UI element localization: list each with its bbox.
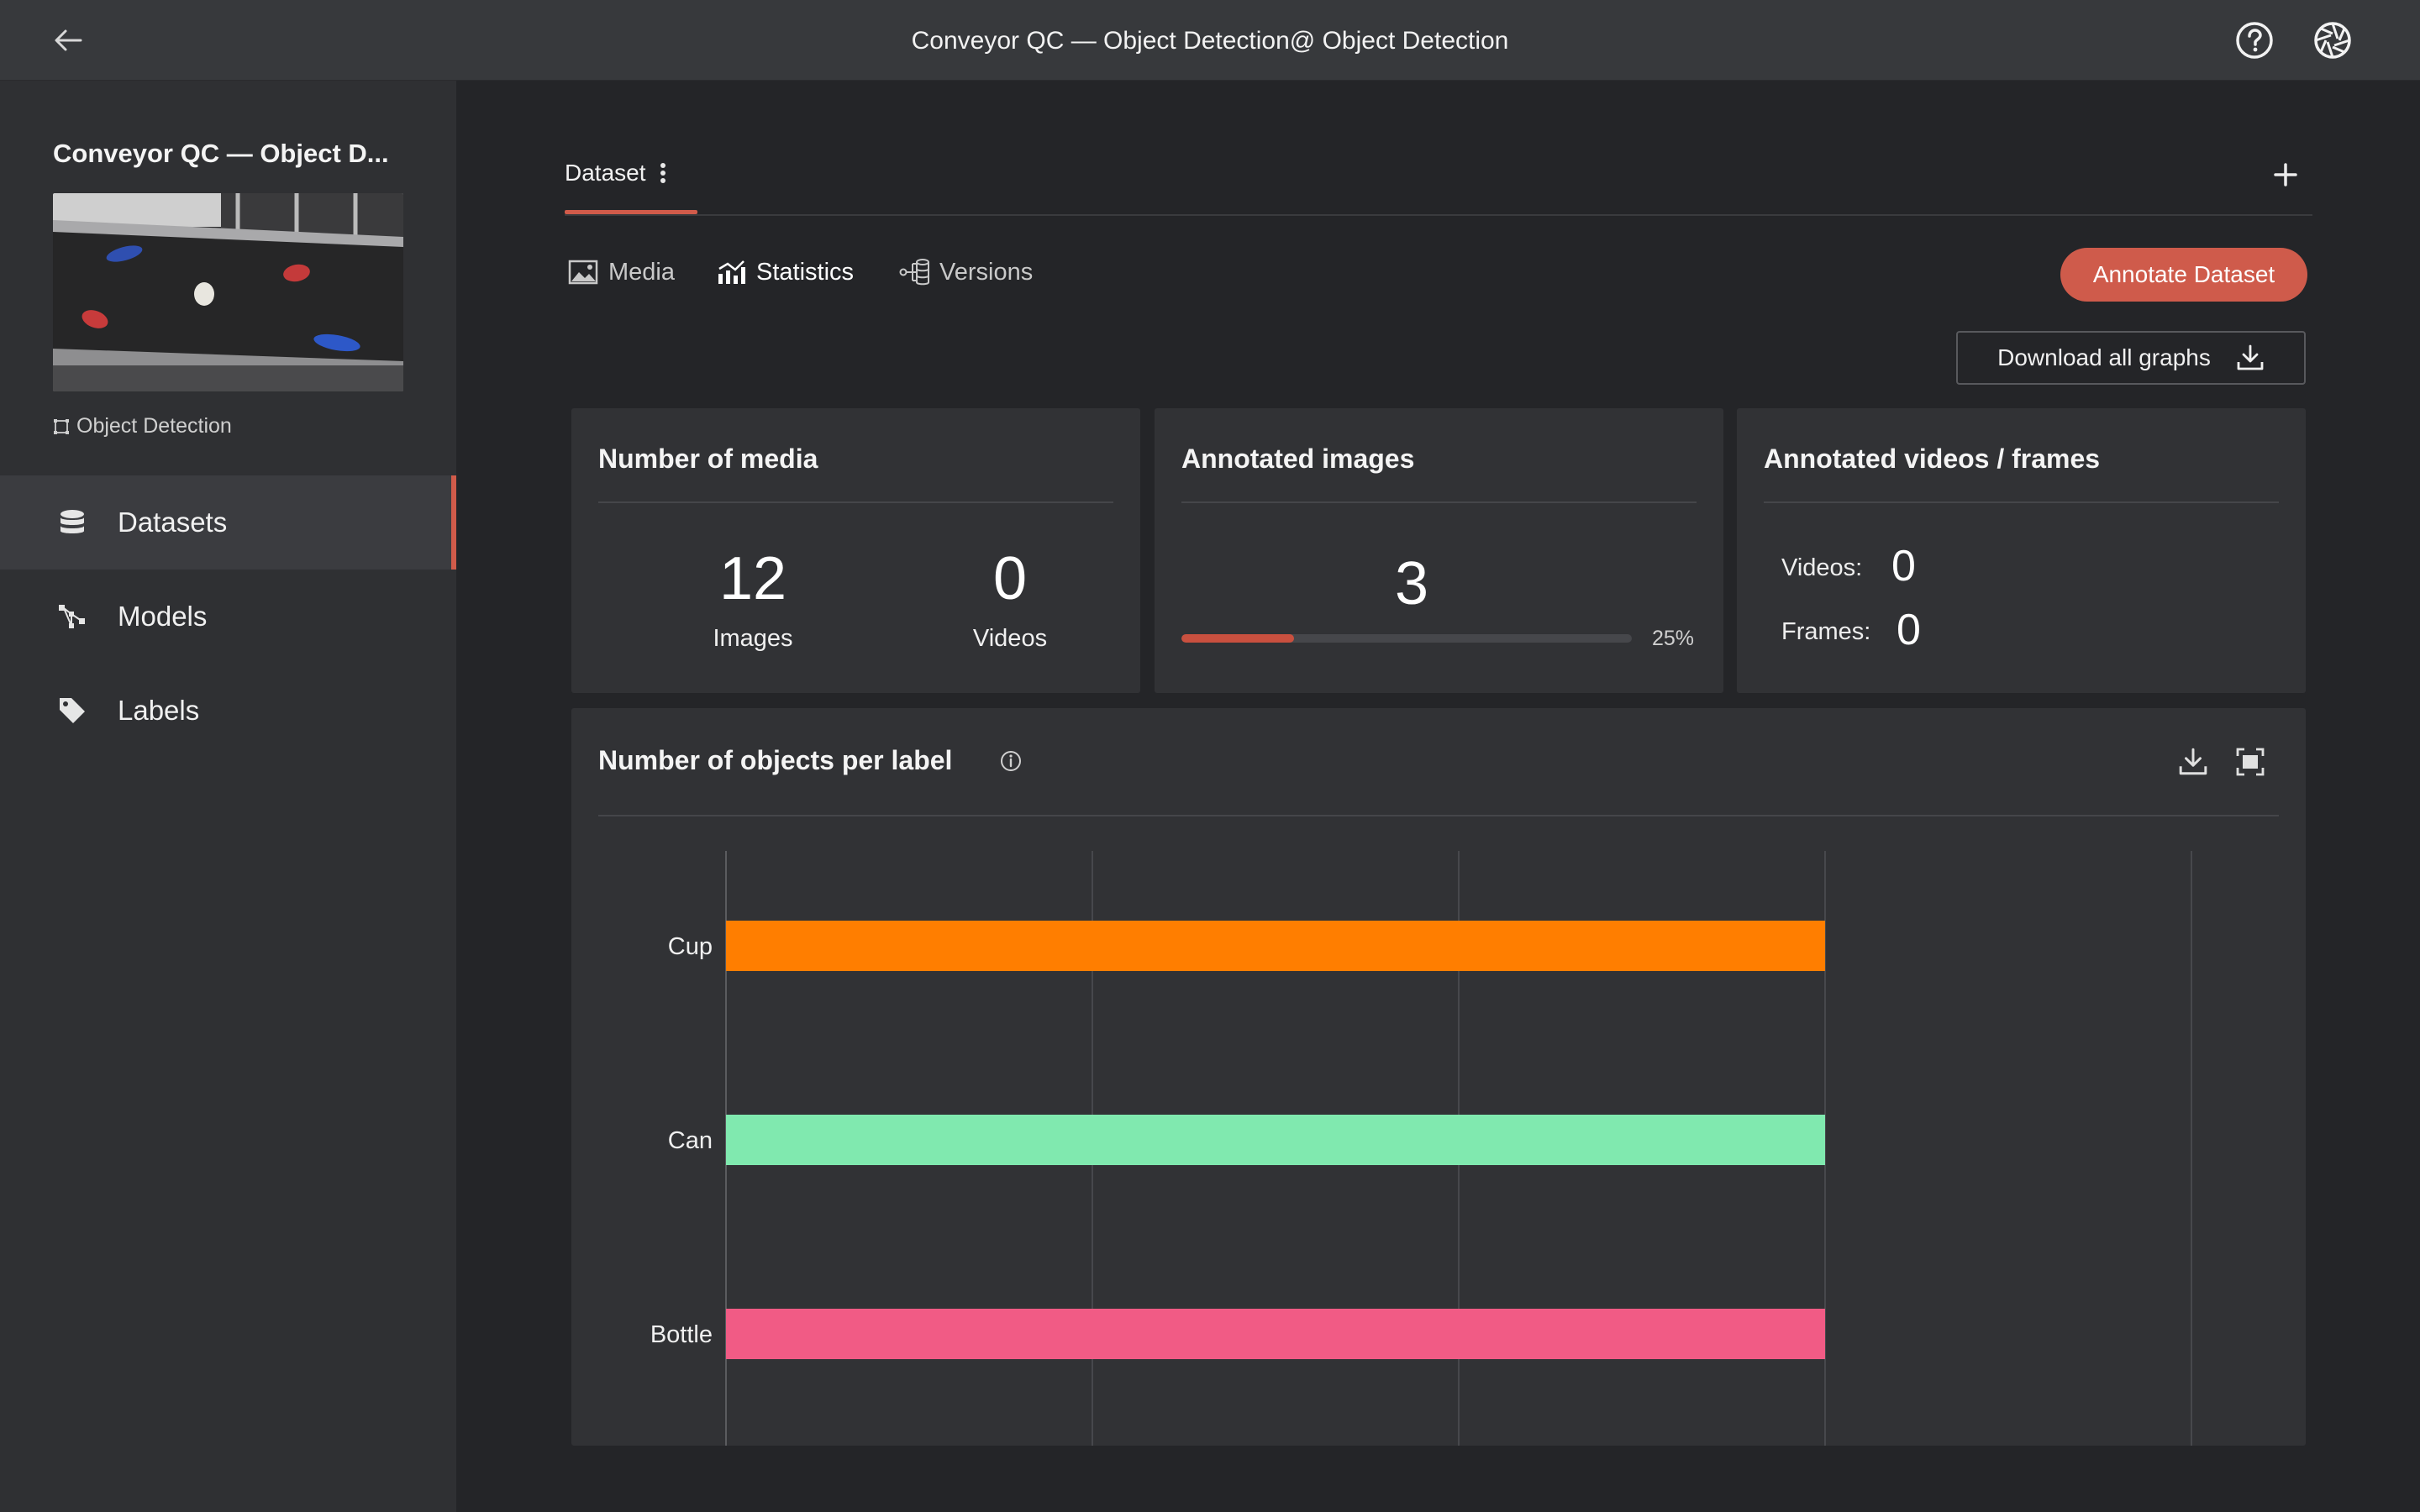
images-count: 12 xyxy=(718,545,787,612)
fullscreen-icon xyxy=(2236,748,2265,776)
sidebar-item-label: Labels xyxy=(118,695,200,726)
download-all-graphs-label: Download all graphs xyxy=(1997,344,2211,370)
tab-dataset[interactable]: Dataset xyxy=(565,160,666,186)
sidebar-item-models[interactable]: Models xyxy=(0,570,456,664)
aperture-icon xyxy=(2314,22,2351,59)
user-menu-button[interactable] xyxy=(2311,18,2354,62)
database-icon xyxy=(55,506,89,539)
question-circle-icon xyxy=(2236,22,2273,59)
chart-bar-cup[interactable] xyxy=(726,921,1825,971)
statistics-icon xyxy=(718,260,745,284)
project-thumbnail[interactable] xyxy=(53,193,403,391)
page-title: Conveyor QC — Object Detection@ Object D… xyxy=(911,27,1509,55)
chart-category-label: Cup xyxy=(668,933,713,960)
sidebar-item-label: Datasets xyxy=(118,507,228,538)
top-bar: Conveyor QC — Object Detection@ Object D… xyxy=(0,0,2420,81)
sidebar-item-label: Models xyxy=(118,601,208,632)
chart-fullscreen-button[interactable] xyxy=(2232,743,2269,780)
card-number-of-media: Number of media 12 Images 0 Videos xyxy=(571,408,1140,693)
card-title: Annotated videos / frames xyxy=(1764,444,2101,474)
tab-dataset-label: Dataset xyxy=(565,160,646,186)
project-name: Conveyor QC — Object D... xyxy=(53,139,389,168)
frames-label: Frames: xyxy=(1781,618,1871,645)
chart-objects-per-label: Cup Can Bottle Number of objects per label xyxy=(571,708,2306,1446)
videos-count: 0 xyxy=(992,545,1028,612)
videos-label: Videos: xyxy=(1781,554,1863,581)
download-icon xyxy=(2237,344,2264,370)
annotated-images-count: 3 xyxy=(1394,550,1429,617)
tab-statistics-label: Statistics xyxy=(756,258,855,286)
tab-media-label: Media xyxy=(608,258,675,286)
images-label: Images xyxy=(713,625,793,652)
chart-title-row: Number of objects per label xyxy=(598,745,1023,776)
project-type-label: Object Detection xyxy=(76,414,232,438)
annotated-progress-bar xyxy=(1181,634,1632,643)
more-vertical-icon[interactable] xyxy=(660,162,666,184)
annotated-progress-fill xyxy=(1181,634,1294,643)
videos-value: 0 xyxy=(1891,542,1916,591)
chart-bar-bottle[interactable] xyxy=(726,1309,1825,1359)
download-icon xyxy=(2179,748,2207,775)
frames-value: 0 xyxy=(1897,606,1921,654)
project-type: Object Detection xyxy=(53,414,232,438)
annotate-dataset-button[interactable]: Annotate Dataset xyxy=(2060,248,2307,302)
chart-bar-can[interactable] xyxy=(726,1115,1825,1165)
chart-category-label: Bottle xyxy=(650,1321,713,1348)
bar-chart: Cup Can Bottle xyxy=(650,851,2192,1446)
tab-versions-label: Versions xyxy=(939,258,1034,286)
chart-divider xyxy=(598,815,2279,816)
sidebar-item-labels[interactable]: Labels xyxy=(0,664,456,758)
chart-category-label: Can xyxy=(668,1127,713,1154)
sidebar-item-datasets[interactable]: Datasets xyxy=(0,475,456,570)
tag-icon xyxy=(55,694,89,727)
card-title: Number of media xyxy=(598,444,818,474)
versions-icon xyxy=(899,259,929,286)
models-icon xyxy=(55,600,89,633)
annotated-percent: 25% xyxy=(1652,627,1695,650)
card-annotated-videos: Annotated videos / frames Videos: 0 Fram… xyxy=(1737,408,2306,693)
videos-label: Videos xyxy=(972,625,1048,652)
chart-download-button[interactable] xyxy=(2175,743,2212,780)
bounding-box-icon xyxy=(54,418,69,434)
tab-divider xyxy=(565,214,2312,216)
conveyor-image xyxy=(53,193,403,391)
tab-statistics[interactable]: Statistics xyxy=(716,255,854,289)
help-button[interactable] xyxy=(2233,18,2276,62)
add-dataset-button[interactable] xyxy=(2269,158,2302,195)
tab-versions[interactable]: Versions xyxy=(899,255,1033,289)
image-icon xyxy=(568,260,598,285)
card-annotated-images: Annotated images 3 25% xyxy=(1155,408,1723,693)
chart-title: Number of objects per label xyxy=(598,745,953,775)
plus-icon xyxy=(2274,163,2297,186)
card-divider xyxy=(598,501,1113,503)
card-title: Annotated images xyxy=(1181,444,1415,474)
download-all-graphs-button[interactable]: Download all graphs xyxy=(1956,331,2306,385)
info-icon[interactable] xyxy=(999,749,1023,773)
tab-media[interactable]: Media xyxy=(568,255,675,289)
card-divider xyxy=(1181,501,1697,503)
card-divider xyxy=(1764,501,2279,503)
